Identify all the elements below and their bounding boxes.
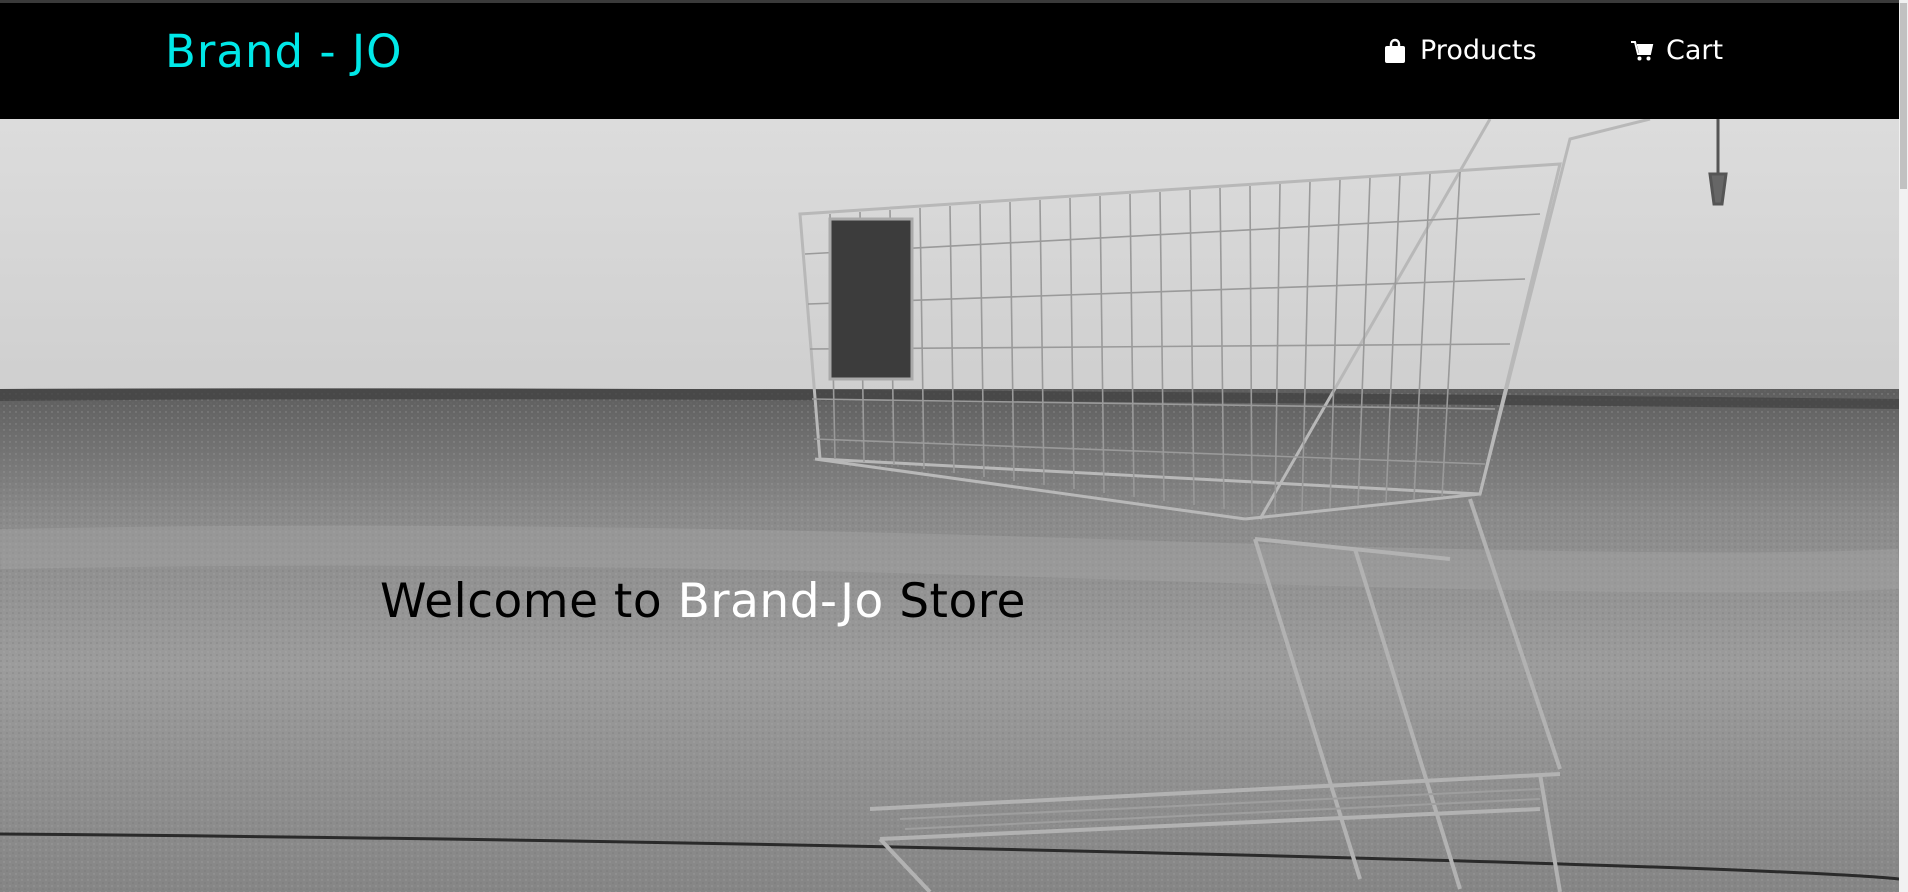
nav-products-link[interactable]: Products <box>1384 35 1537 66</box>
brand-logo-link[interactable]: Brand - JO <box>165 25 403 78</box>
hero-title-prefix: Welcome to <box>380 574 678 629</box>
hero-title-suffix: Store <box>883 574 1026 629</box>
hero-title-brand: Brand-Jo <box>677 574 884 629</box>
scrollbar-thumb[interactable] <box>1900 3 1907 189</box>
page-scrollbar[interactable] <box>1899 0 1908 892</box>
nav-cart-link[interactable]: Cart <box>1630 35 1723 66</box>
hero-banner: Welcome to Brand-Jo Store <box>0 119 1899 892</box>
navbar: Brand - JO Products Cart <box>0 3 1899 119</box>
hero-title: Welcome to Brand-Jo Store <box>380 574 1026 629</box>
shopping-cart-icon <box>1630 37 1654 65</box>
nav-cart-label: Cart <box>1666 35 1724 66</box>
shopping-bag-icon <box>1384 37 1408 65</box>
nav-products-label: Products <box>1420 35 1537 66</box>
shopping-cart-in-field-photo <box>0 119 1899 892</box>
